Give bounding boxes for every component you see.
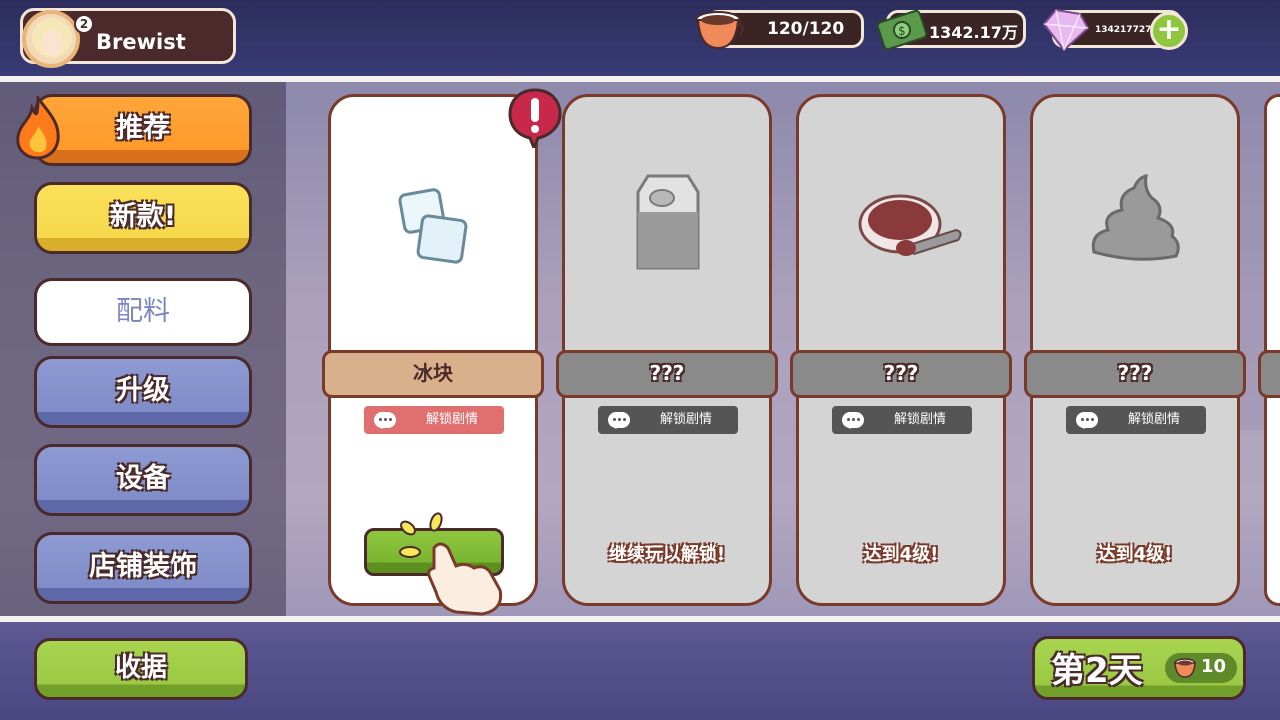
sidebar-item-toppings[interactable]: 配料 bbox=[34, 278, 252, 346]
day-cups-pill: 10 bbox=[1165, 653, 1237, 683]
cash-icon: $ bbox=[876, 9, 928, 51]
card-title: ??? bbox=[1024, 350, 1246, 398]
unlock-hint: 继续玩以解锁! bbox=[608, 544, 726, 565]
ice-cubes-icon bbox=[398, 188, 468, 264]
sidebar-item-new[interactable]: 新款! bbox=[34, 182, 252, 254]
tap-hand-icon bbox=[399, 512, 503, 616]
story-label: 解锁剧情 bbox=[425, 412, 478, 427]
coffee-cup-icon bbox=[695, 11, 745, 50]
story-tag[interactable]: 解锁剧情 bbox=[832, 406, 972, 434]
story-label: 解锁剧情 bbox=[659, 412, 712, 427]
unlock-hint: 达到4级! bbox=[1097, 544, 1173, 565]
alert-icon bbox=[508, 88, 562, 148]
collect-button[interactable]: 收据 bbox=[34, 638, 248, 700]
cream-swirl-icon bbox=[1091, 174, 1180, 261]
level-badge: 2 bbox=[74, 14, 94, 34]
gem-icon bbox=[1042, 8, 1090, 52]
story-label: 解锁剧情 bbox=[1127, 412, 1180, 427]
sidebar-item-upgrade[interactable]: 升级 bbox=[34, 356, 252, 428]
milk-carton-icon bbox=[636, 174, 700, 270]
flame-icon bbox=[16, 96, 60, 160]
sidebar-item-equipment[interactable]: 设备 bbox=[34, 444, 252, 516]
day-button[interactable]: 第2天 10 bbox=[1032, 636, 1246, 700]
story-tag[interactable]: 解锁剧情 bbox=[364, 406, 504, 434]
chat-bubble-icon bbox=[374, 412, 396, 429]
cash-amount: 1342.17万 bbox=[929, 23, 1018, 42]
card-title-partial bbox=[1258, 350, 1280, 398]
story-tag[interactable]: 解锁剧情 bbox=[1066, 406, 1206, 434]
card-title: ??? bbox=[790, 350, 1012, 398]
story-tag[interactable]: 解锁剧情 bbox=[598, 406, 738, 434]
add-gems-button[interactable]: + bbox=[1150, 12, 1188, 50]
coffee-cup-icon bbox=[1174, 658, 1196, 678]
red-bean-bowl-icon bbox=[858, 194, 962, 256]
sidebar-item-decor[interactable]: 店铺装饰 bbox=[34, 532, 252, 604]
svg-text:$: $ bbox=[898, 24, 906, 38]
unlock-hint: 达到4级! bbox=[863, 544, 939, 565]
avatar[interactable] bbox=[22, 10, 80, 68]
chat-bubble-icon bbox=[608, 412, 630, 429]
coffee-count: 120/120 bbox=[767, 19, 845, 39]
card-title: ??? bbox=[556, 350, 778, 398]
player-name: Brewist bbox=[96, 30, 186, 54]
day-label: 第2天 bbox=[1051, 651, 1143, 691]
chat-bubble-icon bbox=[842, 412, 864, 429]
divider bbox=[0, 616, 1280, 622]
card-title: 冰块 bbox=[322, 350, 544, 398]
day-cups-count: 10 bbox=[1201, 656, 1227, 677]
chat-bubble-icon bbox=[1076, 412, 1098, 429]
story-label: 解锁剧情 bbox=[893, 412, 946, 427]
gem-amount: 1342177279 bbox=[1095, 25, 1158, 35]
sidebar-item-recommended[interactable]: 推荐 bbox=[34, 94, 252, 166]
